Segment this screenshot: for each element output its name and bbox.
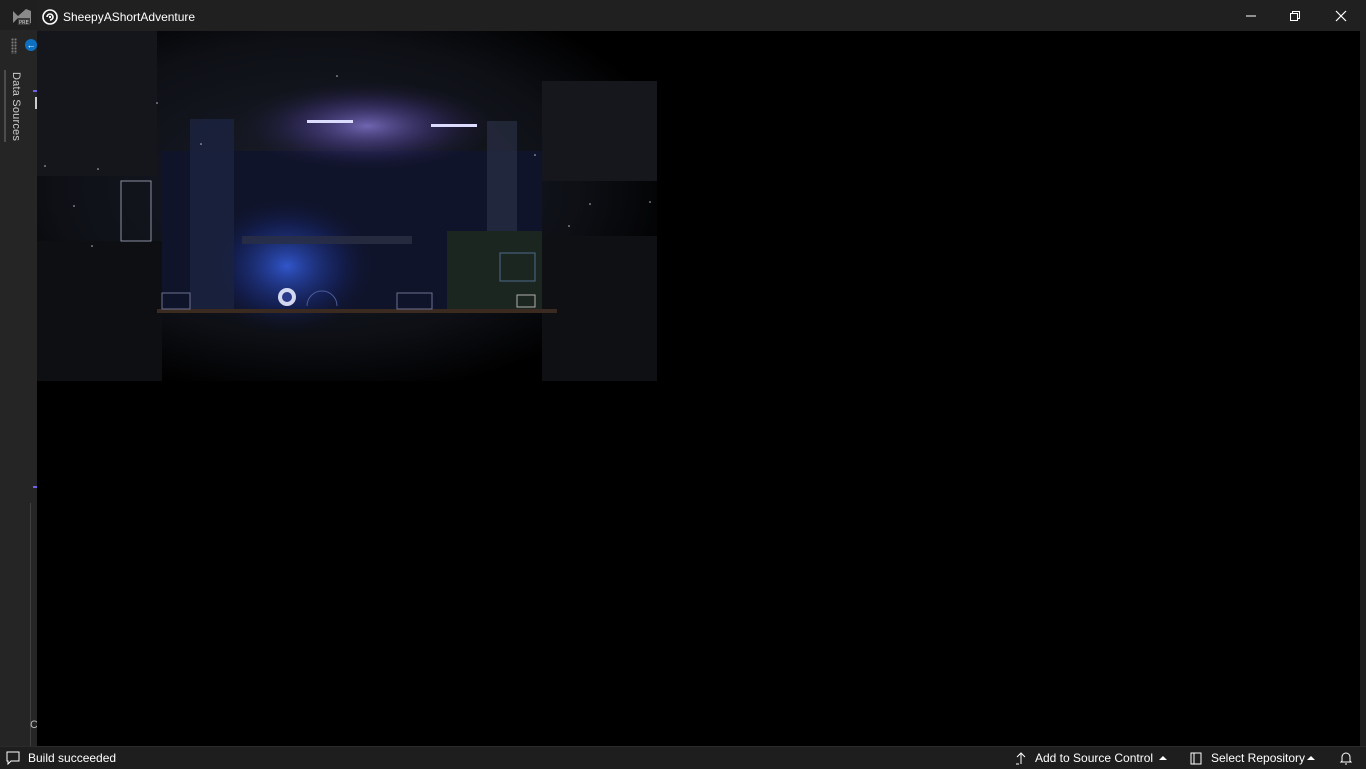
window-titlebar[interactable] (37, 0, 1366, 31)
ide-panel-edge (30, 503, 37, 746)
message-icon (6, 751, 20, 765)
restore-button[interactable] (1272, 0, 1318, 31)
status-bar: Build succeeded Add to Source Control Se… (0, 746, 1366, 768)
notifications-button[interactable] (1338, 747, 1354, 769)
minimize-icon (1246, 15, 1256, 16)
close-icon (1335, 10, 1347, 21)
svg-text:PRE: PRE (19, 20, 29, 26)
window-border (1360, 31, 1366, 750)
visual-studio-preview-icon: PRE (13, 9, 31, 26)
caret-up-icon[interactable] (1306, 747, 1316, 769)
side-tab-label: Data Sources (10, 72, 22, 142)
select-repository-button[interactable]: Select Repository (1211, 747, 1305, 769)
upload-arrow-icon (1016, 752, 1026, 765)
repo-icon (1190, 752, 1202, 765)
window-title: SheepyAShortAdventure (63, 10, 196, 24)
source-control-icon[interactable] (1013, 747, 1029, 769)
game-scene (37, 31, 657, 381)
minimize-button[interactable] (1228, 0, 1274, 31)
add-to-source-control-button[interactable]: Add to Source Control (1035, 747, 1153, 769)
repository-icon[interactable] (1188, 747, 1204, 769)
app-icon (42, 9, 58, 25)
build-status-icon[interactable] (5, 747, 21, 769)
drag-handle-icon[interactable] (11, 38, 17, 54)
build-status-text: Build succeeded (28, 751, 117, 765)
bell-icon (1339, 752, 1353, 765)
caret-up-icon[interactable] (1158, 747, 1168, 769)
restore-icon (1290, 10, 1300, 21)
back-arrow-icon[interactable]: ← (25, 39, 37, 51)
close-button[interactable] (1318, 0, 1364, 31)
game-viewport[interactable] (37, 31, 1360, 750)
